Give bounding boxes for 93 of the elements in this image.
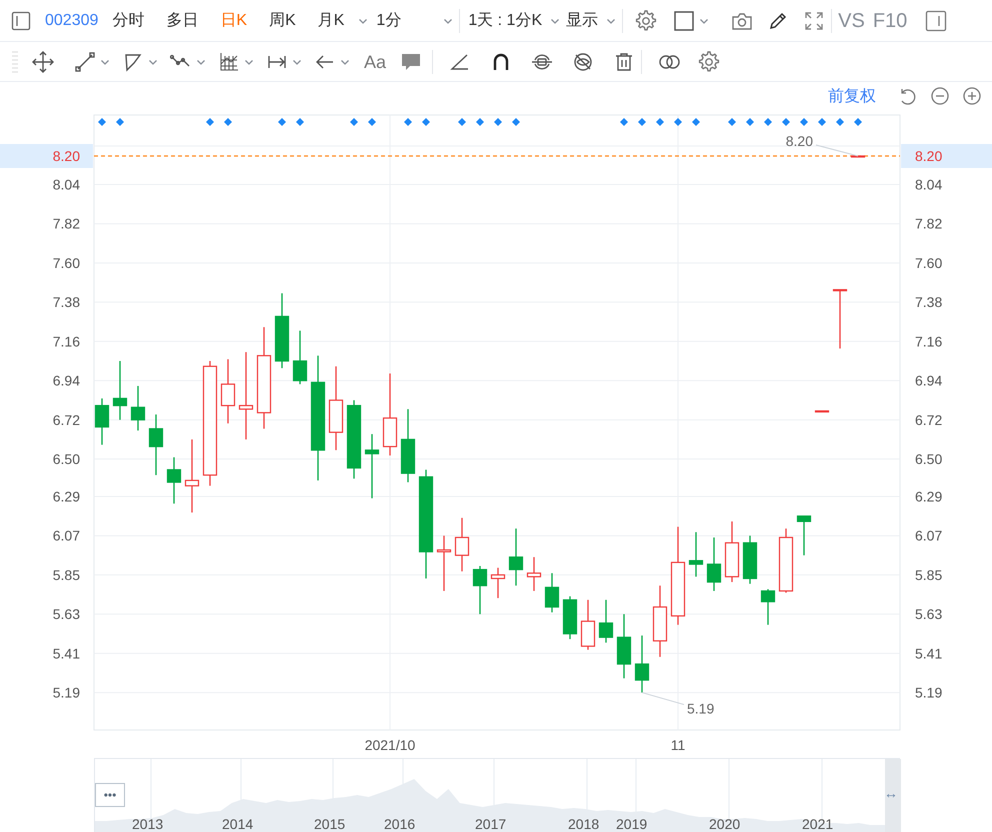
- price-axis-label: 6.07: [52, 528, 80, 544]
- adjust-mode-link[interactable]: 前复权: [828, 85, 876, 109]
- line-segment-icon: [74, 50, 96, 72]
- leader-line: [816, 144, 858, 156]
- candlestick: [490, 568, 506, 598]
- year-label: 2019: [616, 816, 648, 832]
- move-arrows-icon: [32, 50, 54, 72]
- display-dropdown[interactable]: 显示: [564, 10, 618, 30]
- range-dropdown[interactable]: 1天 : 1分K: [466, 10, 562, 30]
- price-axis-label: 5.19: [915, 684, 942, 701]
- candlestick: [832, 289, 848, 349]
- candlestick: [850, 155, 866, 158]
- f10-button[interactable]: F10: [870, 10, 910, 30]
- candlestick: [364, 434, 380, 498]
- price-axis-label: 6.72: [915, 412, 942, 428]
- range-navigator[interactable]: 2013 2014 2015 2016 2017 2018 2019 2020 2021 ••• ↔: [94, 758, 900, 832]
- price-axis-label: 6.29: [915, 488, 942, 504]
- settings-icon: [698, 50, 720, 72]
- sidebar-toggle-button[interactable]: [9, 10, 33, 30]
- panel-icon: [11, 10, 31, 30]
- settings-icon: [635, 10, 658, 32]
- candlestick: [112, 361, 128, 420]
- candlestick: [220, 359, 236, 424]
- price-axis-label: 7.82: [52, 216, 80, 232]
- price-axis-label: 5.63: [52, 606, 80, 622]
- price-axis-label: 5.63: [915, 606, 942, 622]
- stock-code: 002309: [45, 10, 98, 30]
- candlestick: [94, 398, 110, 445]
- candlestick: [292, 330, 308, 384]
- year-label: 2014: [222, 816, 254, 832]
- fullscreen-icon: [803, 10, 826, 32]
- price-axis-label: 6.07: [915, 528, 942, 544]
- high-price-label: 8.20: [786, 133, 813, 149]
- price-axis-label: 5.85: [52, 566, 80, 583]
- leader-line: [642, 692, 684, 706]
- price-axis-label: 7.38: [915, 294, 942, 310]
- price-axis-label: 6.94: [52, 372, 80, 389]
- candlestick: [724, 521, 740, 582]
- price-axis-label: 6.72: [52, 412, 80, 428]
- price-axis-label: 8.04: [52, 176, 80, 193]
- interval-dropdown[interactable]: 1分: [374, 10, 456, 30]
- price-axis-label: 7.82: [915, 216, 942, 232]
- eye-slash-icon: [572, 50, 594, 72]
- candlestick: [652, 586, 668, 657]
- current-price-tag: 8.20: [52, 148, 80, 164]
- candlestick: [616, 614, 632, 678]
- price-axis-label: 7.60: [52, 254, 80, 271]
- square-icon: [673, 10, 696, 32]
- period-tab[interactable]: 分时: [110, 10, 146, 30]
- candlestick: [814, 410, 830, 413]
- current-price-tag: 8.20: [915, 148, 942, 164]
- price-axis-label: 7.38: [52, 294, 80, 310]
- year-label: 2016: [384, 816, 416, 832]
- candlestick: [796, 515, 812, 556]
- low-price-label: 5.19: [687, 700, 714, 717]
- candlestick: [454, 518, 470, 572]
- period-tab[interactable]: 月K: [316, 10, 370, 30]
- candlestick: [742, 536, 758, 584]
- year-label: 2017: [475, 816, 506, 832]
- chart-grid-icon: [218, 50, 240, 72]
- price-axis-label: 6.50: [915, 451, 942, 468]
- period-tab[interactable]: 周K: [267, 10, 298, 30]
- price-axis-label: 7.16: [915, 333, 942, 350]
- candlestick: [508, 528, 524, 586]
- price-axis-label: 5.41: [915, 645, 942, 662]
- year-label: 2018: [568, 816, 600, 832]
- compare-button[interactable]: VS: [836, 10, 867, 30]
- panel-icon: [925, 10, 948, 32]
- period-tab[interactable]: 多日: [164, 10, 200, 30]
- year-label: 2013: [132, 816, 164, 832]
- price-axis-label: 7.16: [52, 333, 80, 350]
- year-label: 2020: [709, 816, 740, 832]
- year-label: 2021: [802, 816, 834, 832]
- candlestick: [472, 566, 488, 614]
- price-axis-label: 7.60: [915, 254, 942, 271]
- move-tool-button[interactable]: [30, 50, 56, 72]
- candlestick: [760, 589, 776, 625]
- more-button[interactable]: •••: [95, 783, 125, 807]
- text-tool-button[interactable]: Aa: [362, 52, 388, 72]
- candlestick: [634, 636, 650, 693]
- price-axis-label: 8.04: [915, 176, 942, 193]
- year-label: 2015: [314, 816, 346, 832]
- price-axis-label: 5.41: [52, 645, 80, 662]
- price-axis-label: 5.19: [52, 684, 80, 701]
- candlestick: [778, 528, 794, 593]
- grip-icon[interactable]: [12, 48, 18, 74]
- price-axis-label: 6.29: [52, 488, 80, 504]
- price-axis-label: 6.94: [915, 372, 942, 389]
- price-axis-label: 5.85: [915, 566, 942, 583]
- date-axis-label: 11: [670, 737, 686, 753]
- candlestick: [688, 532, 704, 577]
- price-axis-label: 6.50: [52, 451, 80, 468]
- date-axis-label: 2021/10: [364, 737, 416, 753]
